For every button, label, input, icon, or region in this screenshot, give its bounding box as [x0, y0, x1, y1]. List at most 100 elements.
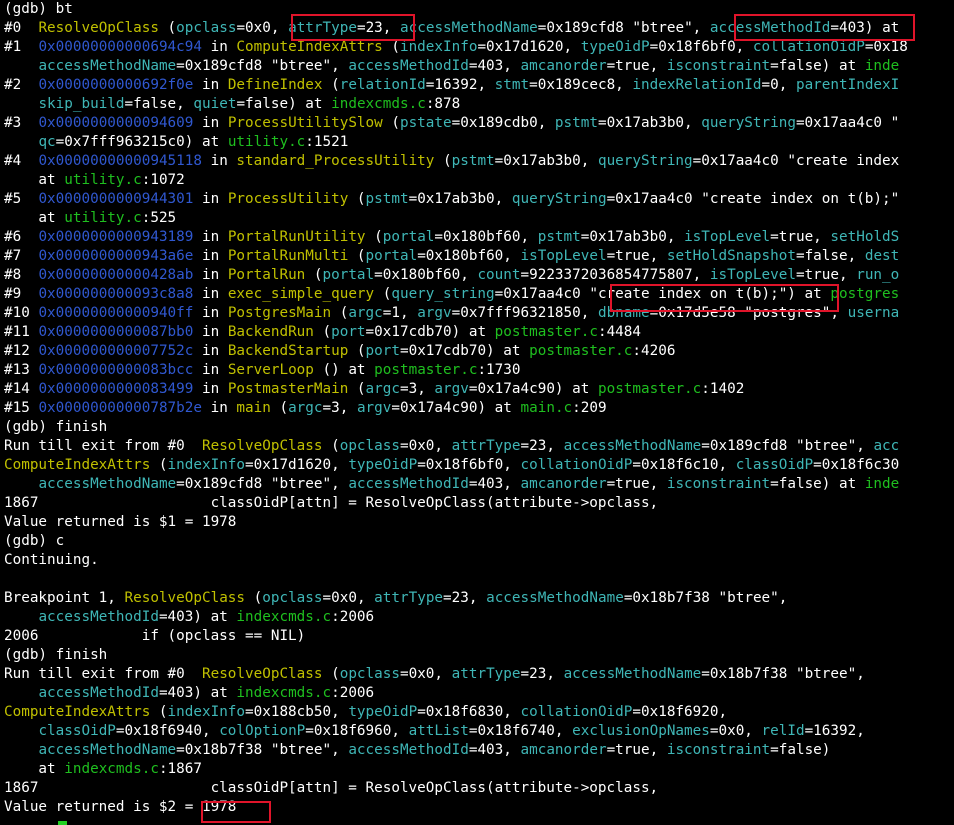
param-name: queryString: [597, 153, 693, 169]
text-segment: =0x180bf60,: [374, 267, 478, 283]
terminal-line: at utility.c:525: [4, 209, 176, 228]
text-segment: =0x17cdb70) at: [365, 324, 495, 340]
function-name: ComputeIndexAttrs: [236, 39, 383, 55]
text-segment: (gdb) bt: [4, 1, 73, 17]
text-segment: =23,: [443, 590, 487, 606]
param-name: argv: [356, 400, 392, 416]
text-segment: =0x17ab3b0,: [597, 115, 702, 131]
param-name: collationOidP: [520, 457, 633, 473]
text-segment: #4: [4, 153, 39, 169]
source-file: utility.c: [64, 172, 142, 188]
text-segment: =0x18b7f38 "btree",: [623, 590, 788, 606]
param-name: attrType: [451, 438, 521, 454]
function-name: ResolveOpClass: [38, 20, 159, 36]
text-segment: =true,: [770, 229, 831, 245]
terminal-window[interactable]: (gdb) bt #0 ResolveOpClass (opclass=0x0, …: [0, 0, 954, 825]
text-segment: 1867 classOidP[attn] = ResolveOpClass(at…: [4, 495, 659, 511]
param-name: setHoldSnapshot: [666, 248, 796, 264]
source-file: indexcmds.c: [331, 96, 426, 112]
param-name: indexInfo: [167, 704, 246, 720]
text-segment: :4206: [632, 343, 676, 359]
text-segment: =3,: [322, 400, 357, 416]
text-segment: =0x17a4c90) at: [391, 400, 521, 416]
frame-address: 0x00000000000945118: [38, 153, 202, 169]
param-name: indexInfo: [399, 39, 478, 55]
text-segment: (: [331, 305, 349, 321]
param-name: stmt: [494, 77, 530, 93]
text-segment: [4, 609, 38, 625]
terminal-line: Run till exit from #0 ResolveOpClass (op…: [4, 437, 899, 456]
text-segment: =0x17a4c90) at: [468, 381, 598, 397]
function-name: PostgresMain: [227, 305, 332, 321]
text-segment: at: [4, 761, 65, 777]
terminal-line: accessMethodId=403) at indexcmds.c:2006: [4, 608, 374, 627]
text-segment: Continuing.: [4, 552, 99, 568]
text-segment: =0x18: [864, 39, 908, 55]
text-segment: #8: [4, 267, 39, 283]
param-name: classOidP: [38, 723, 116, 739]
text-segment: #7: [4, 248, 39, 264]
param-name: accessMethodName: [563, 666, 702, 682]
text-segment: (: [245, 590, 263, 606]
frame-address: 0x0000000000094609: [38, 115, 194, 131]
text-segment: :1072: [141, 172, 185, 188]
param-name: collationOidP: [752, 39, 865, 55]
param-name: accessMethodName: [38, 476, 177, 492]
function-name: BackendStartup: [227, 343, 349, 359]
text-segment: =0x18f6c30: [813, 457, 900, 473]
terminal-line: #3 0x0000000000094609 in ProcessUtilityS…: [4, 114, 899, 133]
source-file: indexcmds.c: [236, 685, 332, 701]
param-name: isconstraint: [666, 476, 771, 492]
terminal-cursor: [58, 821, 67, 825]
text-segment: =16392,: [804, 723, 865, 739]
param-name: accessMethodId: [38, 609, 159, 625]
frame-address: 0x0000000000083499: [38, 381, 194, 397]
text-segment: in: [201, 39, 237, 55]
param-name: pstmt: [365, 191, 409, 207]
text-segment: #1: [4, 39, 39, 55]
frame-address: 0x0000000000943189: [38, 229, 194, 245]
text-segment: =true,: [606, 476, 667, 492]
text-segment: =0x18f6bf0,: [417, 457, 521, 473]
text-segment: [4, 685, 38, 701]
text-segment: =0x180bf60,: [417, 248, 521, 264]
text-segment: =0x18f6920,: [632, 704, 728, 720]
frame-address: 0x00000000000787b2e: [38, 400, 202, 416]
text-segment: =23,: [520, 438, 564, 454]
highlight-return-value: [201, 801, 271, 823]
param-name: accessMethodName: [400, 20, 538, 36]
text-segment: =true,: [606, 248, 667, 264]
param-name: accessMethodName: [38, 742, 177, 758]
text-segment: in: [201, 153, 237, 169]
text-segment: [4, 723, 38, 739]
text-segment: (: [348, 248, 366, 264]
text-segment: 1867 classOidP[attn] = ResolveOpClass(at…: [4, 780, 659, 796]
text-segment: (: [322, 666, 340, 682]
frame-address: 0x000000000093c8a8: [38, 286, 194, 302]
source-file: postgres: [830, 286, 900, 302]
function-name: ServerLoop: [227, 362, 314, 378]
text-segment: =0x189cfd8 "btree",: [537, 20, 710, 36]
text-segment: (gdb) finish: [4, 419, 108, 435]
function-name: ResolveOpClass: [201, 666, 323, 682]
text-segment: =0x17aa4c0 ": [795, 115, 900, 131]
text-segment: =false,: [124, 96, 194, 112]
text-segment: =0x189cdb0,: [451, 115, 555, 131]
param-name: userna: [847, 305, 900, 321]
param-name: isconstraint: [666, 58, 771, 74]
param-name: exclusionOpNames: [572, 723, 710, 739]
param-name: argv: [434, 381, 469, 397]
text-segment: =0x180bf60,: [434, 229, 538, 245]
param-name: opclass: [339, 666, 400, 682]
param-name: relId: [761, 723, 805, 739]
function-name: standard_ProcessUtility: [236, 153, 435, 169]
text-segment: (: [348, 381, 366, 397]
terminal-line: (gdb) bt: [4, 0, 73, 19]
param-name: collationOidP: [520, 704, 633, 720]
text-segment: =false): [770, 742, 831, 758]
param-name: queryString: [701, 115, 796, 131]
text-segment: =1,: [382, 305, 418, 321]
param-name: classOidP: [735, 457, 814, 473]
highlight-query-string: [610, 284, 839, 312]
text-segment: (: [322, 438, 340, 454]
